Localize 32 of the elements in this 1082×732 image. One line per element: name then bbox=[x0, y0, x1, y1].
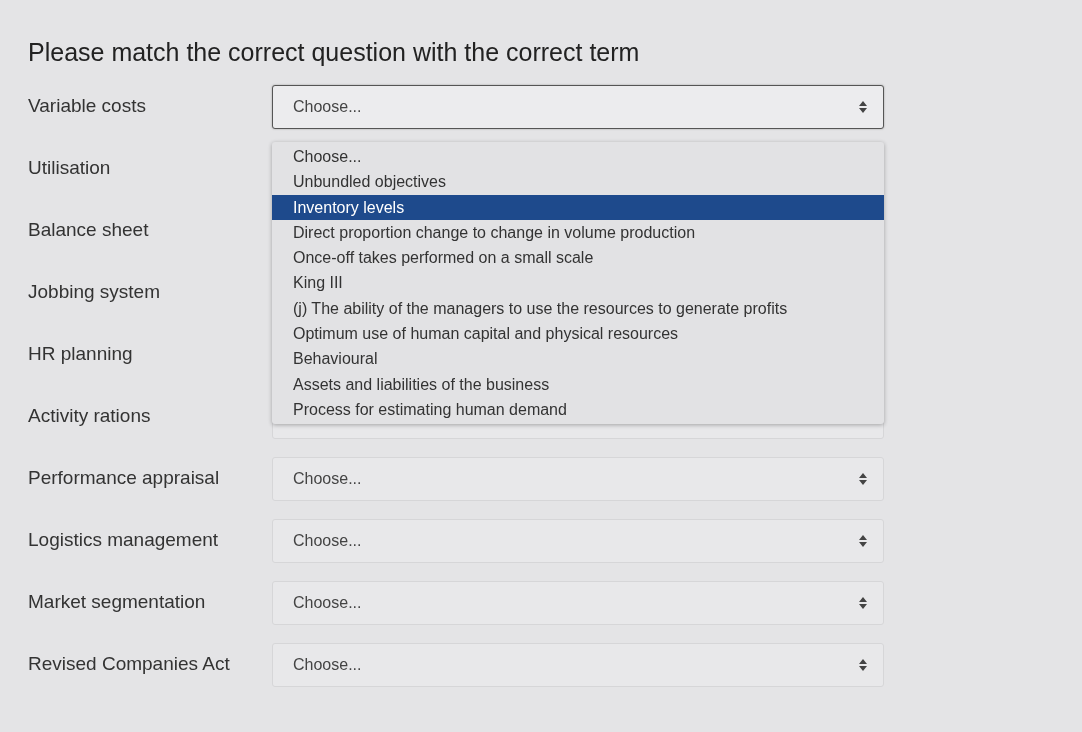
term-label: Variable costs bbox=[28, 94, 147, 117]
select-field[interactable]: Choose... bbox=[272, 519, 884, 563]
sort-arrows-icon bbox=[859, 535, 867, 547]
sort-arrows-icon bbox=[859, 597, 867, 609]
term-label: HR planning bbox=[28, 342, 134, 365]
dropdown-option[interactable]: Choose... bbox=[272, 144, 884, 170]
dropdown-option[interactable]: Behavioural bbox=[272, 346, 884, 372]
select-field[interactable]: Choose... bbox=[272, 643, 884, 687]
dropdown-option[interactable]: (j) The ability of the managers to use the resources to generate profits bbox=[272, 295, 884, 322]
term-label: Market segmentation bbox=[28, 590, 207, 613]
dropdown-option[interactable]: Once-off takes performed on a small scale bbox=[272, 245, 884, 271]
select-field[interactable]: Choose... bbox=[272, 85, 884, 129]
sort-arrows-icon bbox=[859, 101, 867, 113]
term-label: Utilisation bbox=[28, 156, 112, 179]
select-field[interactable]: Choose... bbox=[272, 581, 884, 625]
sort-arrows-icon bbox=[859, 659, 867, 671]
dropdown-option[interactable]: Inventory levels bbox=[272, 194, 884, 220]
term-label: Balance sheet bbox=[28, 218, 150, 241]
sort-arrows-icon bbox=[859, 473, 867, 485]
term-label: Revised Companies Act bbox=[28, 652, 231, 675]
dropdown-option[interactable]: Direct proportion change to change in volume production bbox=[272, 219, 884, 246]
dropdown-option[interactable]: Assets and liabilities of the business bbox=[272, 371, 884, 397]
dropdown-option[interactable]: Optimum use of human capital and physical resources bbox=[272, 321, 884, 347]
term-label: Performance appraisal bbox=[28, 466, 221, 489]
select-field[interactable]: Choose... bbox=[272, 457, 884, 501]
term-label: Jobbing system bbox=[28, 280, 161, 303]
term-label: Activity rations bbox=[28, 404, 152, 427]
question-heading: Please match the correct question with the correct term bbox=[28, 38, 641, 67]
dropdown-option[interactable]: King III bbox=[272, 270, 884, 296]
dropdown-option[interactable]: Unbundled objectives bbox=[272, 169, 884, 195]
term-label: Logistics management bbox=[28, 528, 220, 551]
dropdown-option[interactable]: Process for estimating human demand bbox=[272, 396, 884, 423]
